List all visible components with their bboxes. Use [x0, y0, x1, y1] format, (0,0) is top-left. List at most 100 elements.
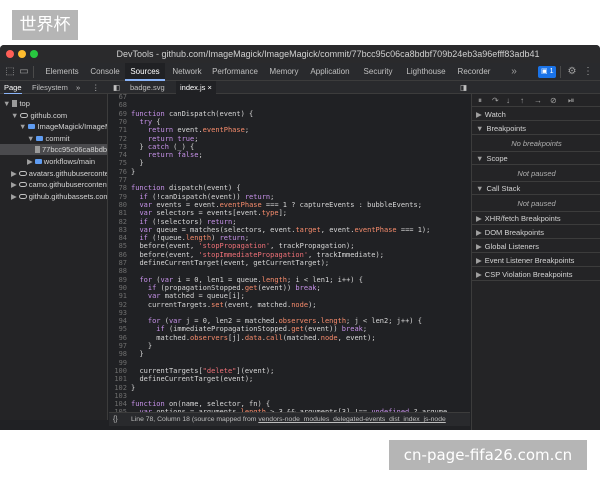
code-line[interactable]: 71 return event.eventPhase;: [109, 126, 470, 134]
code-line[interactable]: 99: [109, 359, 470, 367]
debugger-section-header[interactable]: ▶ CSP Violation Breakpoints: [472, 268, 600, 281]
line-number[interactable]: 74: [109, 151, 131, 159]
more-options-icon[interactable]: ⋮: [582, 65, 594, 79]
line-number[interactable]: 102: [109, 384, 131, 392]
issues-badge[interactable]: ▣ 1: [538, 66, 557, 78]
line-number[interactable]: 98: [109, 350, 131, 358]
toggle-debugger-icon[interactable]: ◨: [460, 81, 467, 94]
line-number[interactable]: 86: [109, 251, 131, 259]
code-line[interactable]: 72 return true;: [109, 135, 470, 143]
code-line[interactable]: 93: [109, 309, 470, 317]
code-line[interactable]: 92 currentTargets.set(event, matched.nod…: [109, 301, 470, 309]
code-line[interactable]: 89 for (var i = 0, len1 = queue.length; …: [109, 276, 470, 284]
code-line[interactable]: 87 defineCurrentTarget(event, getCurrent…: [109, 259, 470, 267]
tab-filesystem[interactable]: Filesystem: [32, 81, 68, 94]
step-out-icon[interactable]: ↑: [520, 95, 524, 106]
source-map-link[interactable]: vendors-node_modules_delegated-events_di…: [258, 416, 445, 423]
line-number[interactable]: 73: [109, 143, 131, 151]
line-number[interactable]: 88: [109, 267, 131, 275]
line-number[interactable]: 90: [109, 284, 131, 292]
tab-page[interactable]: Page: [4, 81, 22, 94]
line-number[interactable]: 78: [109, 184, 131, 192]
debugger-section-header[interactable]: ▼ Call Stack: [472, 182, 600, 195]
pretty-print-icon[interactable]: {}: [113, 413, 118, 426]
code-line[interactable]: 73 } catch (_) {: [109, 143, 470, 151]
code-editor[interactable]: 67 68 69 function canDispatch(event) {70 tr…: [109, 94, 470, 430]
line-number[interactable]: 91: [109, 292, 131, 300]
code-line[interactable]: 83 var queue = matches(selectors, event.…: [109, 226, 470, 234]
code-line[interactable]: 104 function on(name, selector, fn) {: [109, 400, 470, 408]
code-line[interactable]: 91 var matched = queue[i];: [109, 292, 470, 300]
tab-security[interactable]: Security: [356, 63, 400, 81]
tree-item[interactable]: ▼ top: [0, 98, 107, 109]
line-number[interactable]: 79: [109, 193, 131, 201]
code-line[interactable]: 82 if (!selectors) return;: [109, 218, 470, 226]
line-number[interactable]: 101: [109, 375, 131, 383]
debugger-section-header[interactable]: ▶ Global Listeners: [472, 240, 600, 253]
line-number[interactable]: 80: [109, 201, 131, 209]
step-icon[interactable]: →: [534, 95, 542, 106]
debugger-section-header[interactable]: ▶ XHR/fetch Breakpoints: [472, 212, 600, 225]
code-line[interactable]: 76}: [109, 168, 470, 176]
code-line[interactable]: 68: [109, 101, 470, 109]
step-into-icon[interactable]: ↓: [506, 95, 510, 106]
chevron-right-icon[interactable]: ▶: [11, 169, 17, 178]
chevron-down-icon[interactable]: ▼: [11, 111, 18, 120]
line-number[interactable]: 84: [109, 234, 131, 242]
tab-lighthouse[interactable]: Lighthouse: [402, 63, 450, 81]
code-line[interactable]: 90 if (propagationStopped.get(event)) br…: [109, 284, 470, 292]
code-line[interactable]: 69 function canDispatch(event) {: [109, 110, 470, 118]
line-number[interactable]: 95: [109, 325, 131, 333]
line-number[interactable]: 94: [109, 317, 131, 325]
debugger-section-header[interactable]: ▶ Event Listener Breakpoints: [472, 254, 600, 267]
debugger-section-header[interactable]: ▶ Watch: [472, 108, 600, 121]
close-tab-icon[interactable]: ×: [208, 83, 212, 92]
line-number[interactable]: 67: [109, 94, 131, 101]
code-line[interactable]: 74 return false;: [109, 151, 470, 159]
device-toolbar-icon[interactable]: ▭: [18, 65, 30, 79]
inspect-element-icon[interactable]: ⬚: [4, 65, 16, 79]
line-number[interactable]: 71: [109, 126, 131, 134]
navigator-more-icon[interactable]: »: [76, 81, 80, 94]
tree-item[interactable]: ▶ github.githubassets.com: [0, 191, 107, 202]
file-tab-index-js[interactable]: index.js ×: [176, 81, 216, 94]
line-number[interactable]: 69: [109, 110, 131, 118]
tab-recorder[interactable]: Recorder: [452, 63, 496, 81]
debugger-section-header[interactable]: ▼ Scope: [472, 152, 600, 165]
code-line[interactable]: 94 for (var j = 0, len2 = matched.observ…: [109, 317, 470, 325]
tree-item[interactable]: ▶ camo.githubusercontent.com: [0, 179, 107, 190]
line-number[interactable]: 77: [109, 176, 131, 184]
code-line[interactable]: 77: [109, 176, 470, 184]
tab-network[interactable]: Network: [168, 63, 206, 81]
line-number[interactable]: 89: [109, 276, 131, 284]
toggle-navigator-icon[interactable]: ◧: [113, 81, 120, 94]
tab-memory[interactable]: Memory: [264, 63, 304, 81]
chevron-down-icon[interactable]: ▼: [3, 99, 10, 108]
tree-item[interactable]: ▼ commit: [0, 133, 107, 144]
tree-item[interactable]: ▶ workflows/main: [0, 156, 107, 167]
line-number[interactable]: 72: [109, 135, 131, 143]
debugger-section-header[interactable]: ▶ DOM Breakpoints: [472, 226, 600, 239]
tab-sources[interactable]: Sources: [125, 63, 165, 81]
kebab-menu-icon[interactable]: ⋮: [92, 81, 100, 94]
file-tab-badge-svg[interactable]: badge.svg: [126, 81, 169, 94]
line-number[interactable]: 96: [109, 334, 131, 342]
chevron-down-icon[interactable]: ▼: [19, 122, 26, 131]
chevron-down-icon[interactable]: ▼: [27, 134, 34, 143]
chevron-right-icon[interactable]: ▶: [11, 180, 17, 189]
resume-icon[interactable]: ⏸: [478, 95, 482, 106]
line-number[interactable]: 85: [109, 242, 131, 250]
code-line[interactable]: 84 if (!queue.length) return;: [109, 234, 470, 242]
code-line[interactable]: 97 }: [109, 342, 470, 350]
zoom-window-button[interactable]: [30, 50, 38, 58]
tab-performance[interactable]: Performance: [208, 63, 262, 81]
line-number[interactable]: 68: [109, 101, 131, 109]
code-line[interactable]: 75 }: [109, 159, 470, 167]
code-line[interactable]: 103: [109, 392, 470, 400]
code-line[interactable]: 67: [109, 94, 470, 101]
chevron-right-icon[interactable]: ▶: [11, 192, 17, 201]
line-number[interactable]: 104: [109, 400, 131, 408]
pause-on-exceptions-icon[interactable]: ⏯: [568, 95, 574, 106]
code-line[interactable]: 80 var events = event.eventPhase === 1 ?…: [109, 201, 470, 209]
step-over-icon[interactable]: ↷: [492, 95, 499, 106]
